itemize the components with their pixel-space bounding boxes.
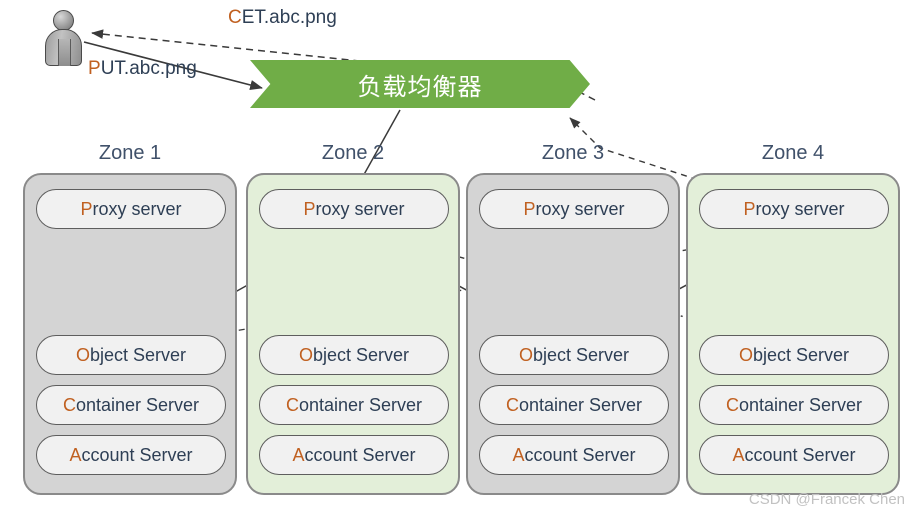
watermark: CSDN @Francek Chen bbox=[748, 491, 905, 508]
zone3-container-label: ontainer Server bbox=[518, 394, 643, 415]
zone3-proxy-lead: P bbox=[523, 198, 536, 219]
zone2-container-server[interactable]: Container Server bbox=[259, 385, 449, 425]
zone2-proxy-lead: P bbox=[303, 198, 316, 219]
zone-box-2: Proxy server Object Server Container Ser… bbox=[246, 173, 460, 495]
zone1-proxy-lead: P bbox=[80, 198, 93, 219]
zone2-account-server[interactable]: Account Server bbox=[259, 435, 449, 475]
zone4-object-lead: O bbox=[738, 344, 753, 365]
zone3-account-lead: A bbox=[512, 444, 525, 465]
zone-title-1: Zone 1 bbox=[98, 142, 162, 164]
zone4-proxy-server[interactable]: Proxy server bbox=[699, 189, 889, 229]
zone1-proxy-label: roxy server bbox=[92, 198, 182, 219]
flow-label-put-lead: P bbox=[88, 58, 101, 79]
zone1-object-label: bject Server bbox=[89, 344, 187, 365]
zone4-account-lead: A bbox=[732, 444, 745, 465]
zone2-container-label: ontainer Server bbox=[298, 394, 423, 415]
zone1-account-label: ccount Server bbox=[81, 444, 193, 465]
zone2-object-server[interactable]: Object Server bbox=[259, 335, 449, 375]
zone-title-2: Zone 2 bbox=[321, 142, 385, 164]
zone1-object-lead: O bbox=[75, 344, 90, 365]
zone4-account-server[interactable]: Account Server bbox=[699, 435, 889, 475]
zone4-object-label: bject Server bbox=[752, 344, 850, 365]
zone-title-3: Zone 3 bbox=[541, 142, 605, 164]
zone4-container-label: ontainer Server bbox=[738, 394, 863, 415]
user-body-shape bbox=[45, 29, 82, 66]
zone1-account-lead: A bbox=[69, 444, 82, 465]
zone2-container-lead: C bbox=[285, 394, 299, 415]
zone1-container-label: ontainer Server bbox=[75, 394, 200, 415]
flow-label-get-rest: ET.abc.png bbox=[241, 7, 337, 28]
zone1-object-server[interactable]: Object Server bbox=[36, 335, 226, 375]
zone3-container-server[interactable]: Container Server bbox=[479, 385, 669, 425]
zone-box-3: Proxy server Object Server Container Ser… bbox=[466, 173, 680, 495]
zone2-account-label: ccount Server bbox=[304, 444, 416, 465]
zone3-object-label: bject Server bbox=[532, 344, 630, 365]
zone4-container-lead: C bbox=[725, 394, 739, 415]
flow-label-get: CET.abc.png bbox=[228, 7, 337, 29]
user-icon bbox=[42, 10, 86, 68]
zone3-account-server[interactable]: Account Server bbox=[479, 435, 669, 475]
zone2-object-lead: O bbox=[298, 344, 313, 365]
zone-title-4: Zone 4 bbox=[761, 142, 825, 164]
flow-label-put-rest: UT.abc.png bbox=[100, 58, 197, 79]
zone1-account-server[interactable]: Account Server bbox=[36, 435, 226, 475]
diagram-canvas: CET.abc.png PUT.abc.png 负载均衡器 Zone 1 Zon… bbox=[0, 0, 919, 514]
zone2-object-label: bject Server bbox=[312, 344, 410, 365]
zone4-proxy-lead: P bbox=[743, 198, 756, 219]
load-balancer-banner: 负载均衡器 bbox=[250, 60, 590, 108]
zone-box-4: Proxy server Object Server Container Ser… bbox=[686, 173, 900, 495]
zone2-proxy-label: roxy server bbox=[315, 198, 405, 219]
user-head-shape bbox=[53, 10, 74, 31]
zone-box-1: Proxy server Object Server Container Ser… bbox=[23, 173, 237, 495]
zone1-container-server[interactable]: Container Server bbox=[36, 385, 226, 425]
zone3-proxy-label: roxy server bbox=[535, 198, 625, 219]
zone4-account-label: ccount Server bbox=[744, 444, 856, 465]
zone3-container-lead: C bbox=[505, 394, 519, 415]
zone2-proxy-server[interactable]: Proxy server bbox=[259, 189, 449, 229]
flow-label-get-lead: C bbox=[228, 7, 242, 28]
zone3-object-server[interactable]: Object Server bbox=[479, 335, 669, 375]
zone2-account-lead: A bbox=[292, 444, 305, 465]
zone4-container-server[interactable]: Container Server bbox=[699, 385, 889, 425]
zone1-container-lead: C bbox=[62, 394, 76, 415]
zone3-proxy-server[interactable]: Proxy server bbox=[479, 189, 669, 229]
zone3-account-label: ccount Server bbox=[524, 444, 636, 465]
flow-label-put: PUT.abc.png bbox=[88, 58, 197, 80]
zone1-proxy-server[interactable]: Proxy server bbox=[36, 189, 226, 229]
zone3-object-lead: O bbox=[518, 344, 533, 365]
zone4-proxy-label: roxy server bbox=[755, 198, 845, 219]
load-balancer-label: 负载均衡器 bbox=[357, 72, 483, 101]
zone4-object-server[interactable]: Object Server bbox=[699, 335, 889, 375]
